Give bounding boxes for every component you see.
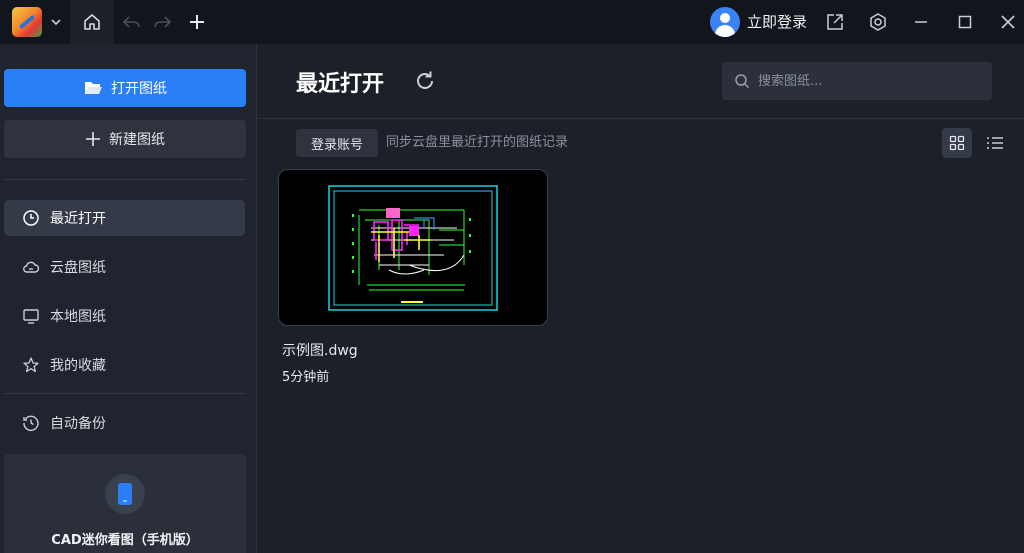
sync-hint-text: 同步云盘里最近打开的图纸记录	[386, 135, 569, 150]
maximize-icon	[958, 15, 972, 29]
folder-open-icon	[85, 82, 102, 94]
minimize-icon	[915, 21, 927, 23]
settings-icon	[870, 13, 886, 31]
main-content: 最近打开 登录账号 同步云盘里最近打开的图纸记录	[258, 44, 1024, 553]
file-card[interactable]	[278, 169, 548, 326]
grid-view-button[interactable]	[942, 128, 972, 158]
settings-button[interactable]	[863, 0, 893, 44]
login-account-button[interactable]: 登录账号	[296, 129, 378, 157]
title-bar: 立即登录	[0, 0, 1024, 44]
login-link[interactable]: 立即登录	[747, 0, 807, 44]
cloud-icon	[23, 261, 40, 273]
sidebar-item-label: 自动备份	[50, 416, 106, 432]
list-icon	[987, 137, 1003, 149]
sidebar-item-auto-backup[interactable]: 自动备份	[4, 405, 245, 441]
redo-button[interactable]	[147, 0, 177, 44]
sidebar-item-label: 云盘图纸	[50, 260, 106, 276]
new-drawing-button[interactable]: 新建图纸	[4, 120, 246, 158]
logo-icon	[12, 7, 42, 37]
share-button[interactable]	[820, 0, 850, 44]
file-time: 5分钟前	[282, 370, 330, 385]
sidebar-divider	[4, 179, 246, 180]
sidebar-item-cloud[interactable]: 云盘图纸	[4, 249, 245, 285]
file-name[interactable]: 示例图.dwg	[282, 340, 358, 360]
sidebar-divider	[4, 393, 246, 394]
sidebar-item-label: 最近打开	[50, 211, 106, 227]
mobile-app-promo-label: CAD迷你看图（手机版）	[51, 533, 199, 548]
new-drawing-label: 新建图纸	[109, 132, 165, 148]
sidebar-item-recent[interactable]: 最近打开	[4, 200, 245, 236]
redo-icon	[154, 16, 172, 28]
share-icon	[827, 14, 843, 30]
sidebar: 打开图纸 新建图纸 最近打开 云盘图纸 本地图纸 我的收藏 自动备份 CAD迷你…	[0, 44, 257, 553]
grid-icon	[949, 135, 965, 151]
main-divider	[258, 118, 1024, 119]
search-input[interactable]	[758, 73, 978, 89]
home-tab[interactable]	[70, 0, 114, 44]
list-view-button[interactable]	[980, 128, 1010, 158]
refresh-icon[interactable]	[413, 69, 437, 93]
search-icon	[735, 74, 750, 89]
chevron-down-icon	[51, 19, 61, 26]
undo-button[interactable]	[117, 0, 147, 44]
mobile-app-promo[interactable]: CAD迷你看图（手机版）	[4, 454, 246, 553]
minimize-button[interactable]	[906, 0, 936, 44]
maximize-button[interactable]	[950, 0, 980, 44]
page-title: 最近打开	[296, 72, 385, 97]
open-drawing-label: 打开图纸	[111, 81, 167, 97]
new-tab-button[interactable]	[182, 0, 212, 44]
monitor-icon	[23, 309, 39, 324]
user-avatar-icon[interactable]	[710, 7, 740, 37]
drawing-thumbnail	[279, 170, 547, 325]
close-icon	[1001, 15, 1015, 29]
clock-icon	[23, 210, 39, 226]
sidebar-item-local[interactable]: 本地图纸	[4, 298, 245, 334]
app-menu-button[interactable]	[0, 0, 70, 44]
history-icon	[23, 415, 39, 432]
plus-icon	[86, 132, 100, 146]
phone-icon	[105, 474, 145, 514]
home-icon	[84, 14, 100, 30]
sidebar-item-label: 本地图纸	[50, 309, 106, 325]
close-button[interactable]	[993, 0, 1023, 44]
plus-icon	[190, 15, 204, 29]
star-icon	[23, 357, 39, 373]
search-box[interactable]	[722, 62, 992, 100]
sidebar-item-favorites[interactable]: 我的收藏	[4, 347, 245, 383]
sidebar-item-label: 我的收藏	[50, 358, 106, 374]
undo-icon	[122, 16, 140, 28]
open-drawing-button[interactable]: 打开图纸	[4, 69, 246, 107]
